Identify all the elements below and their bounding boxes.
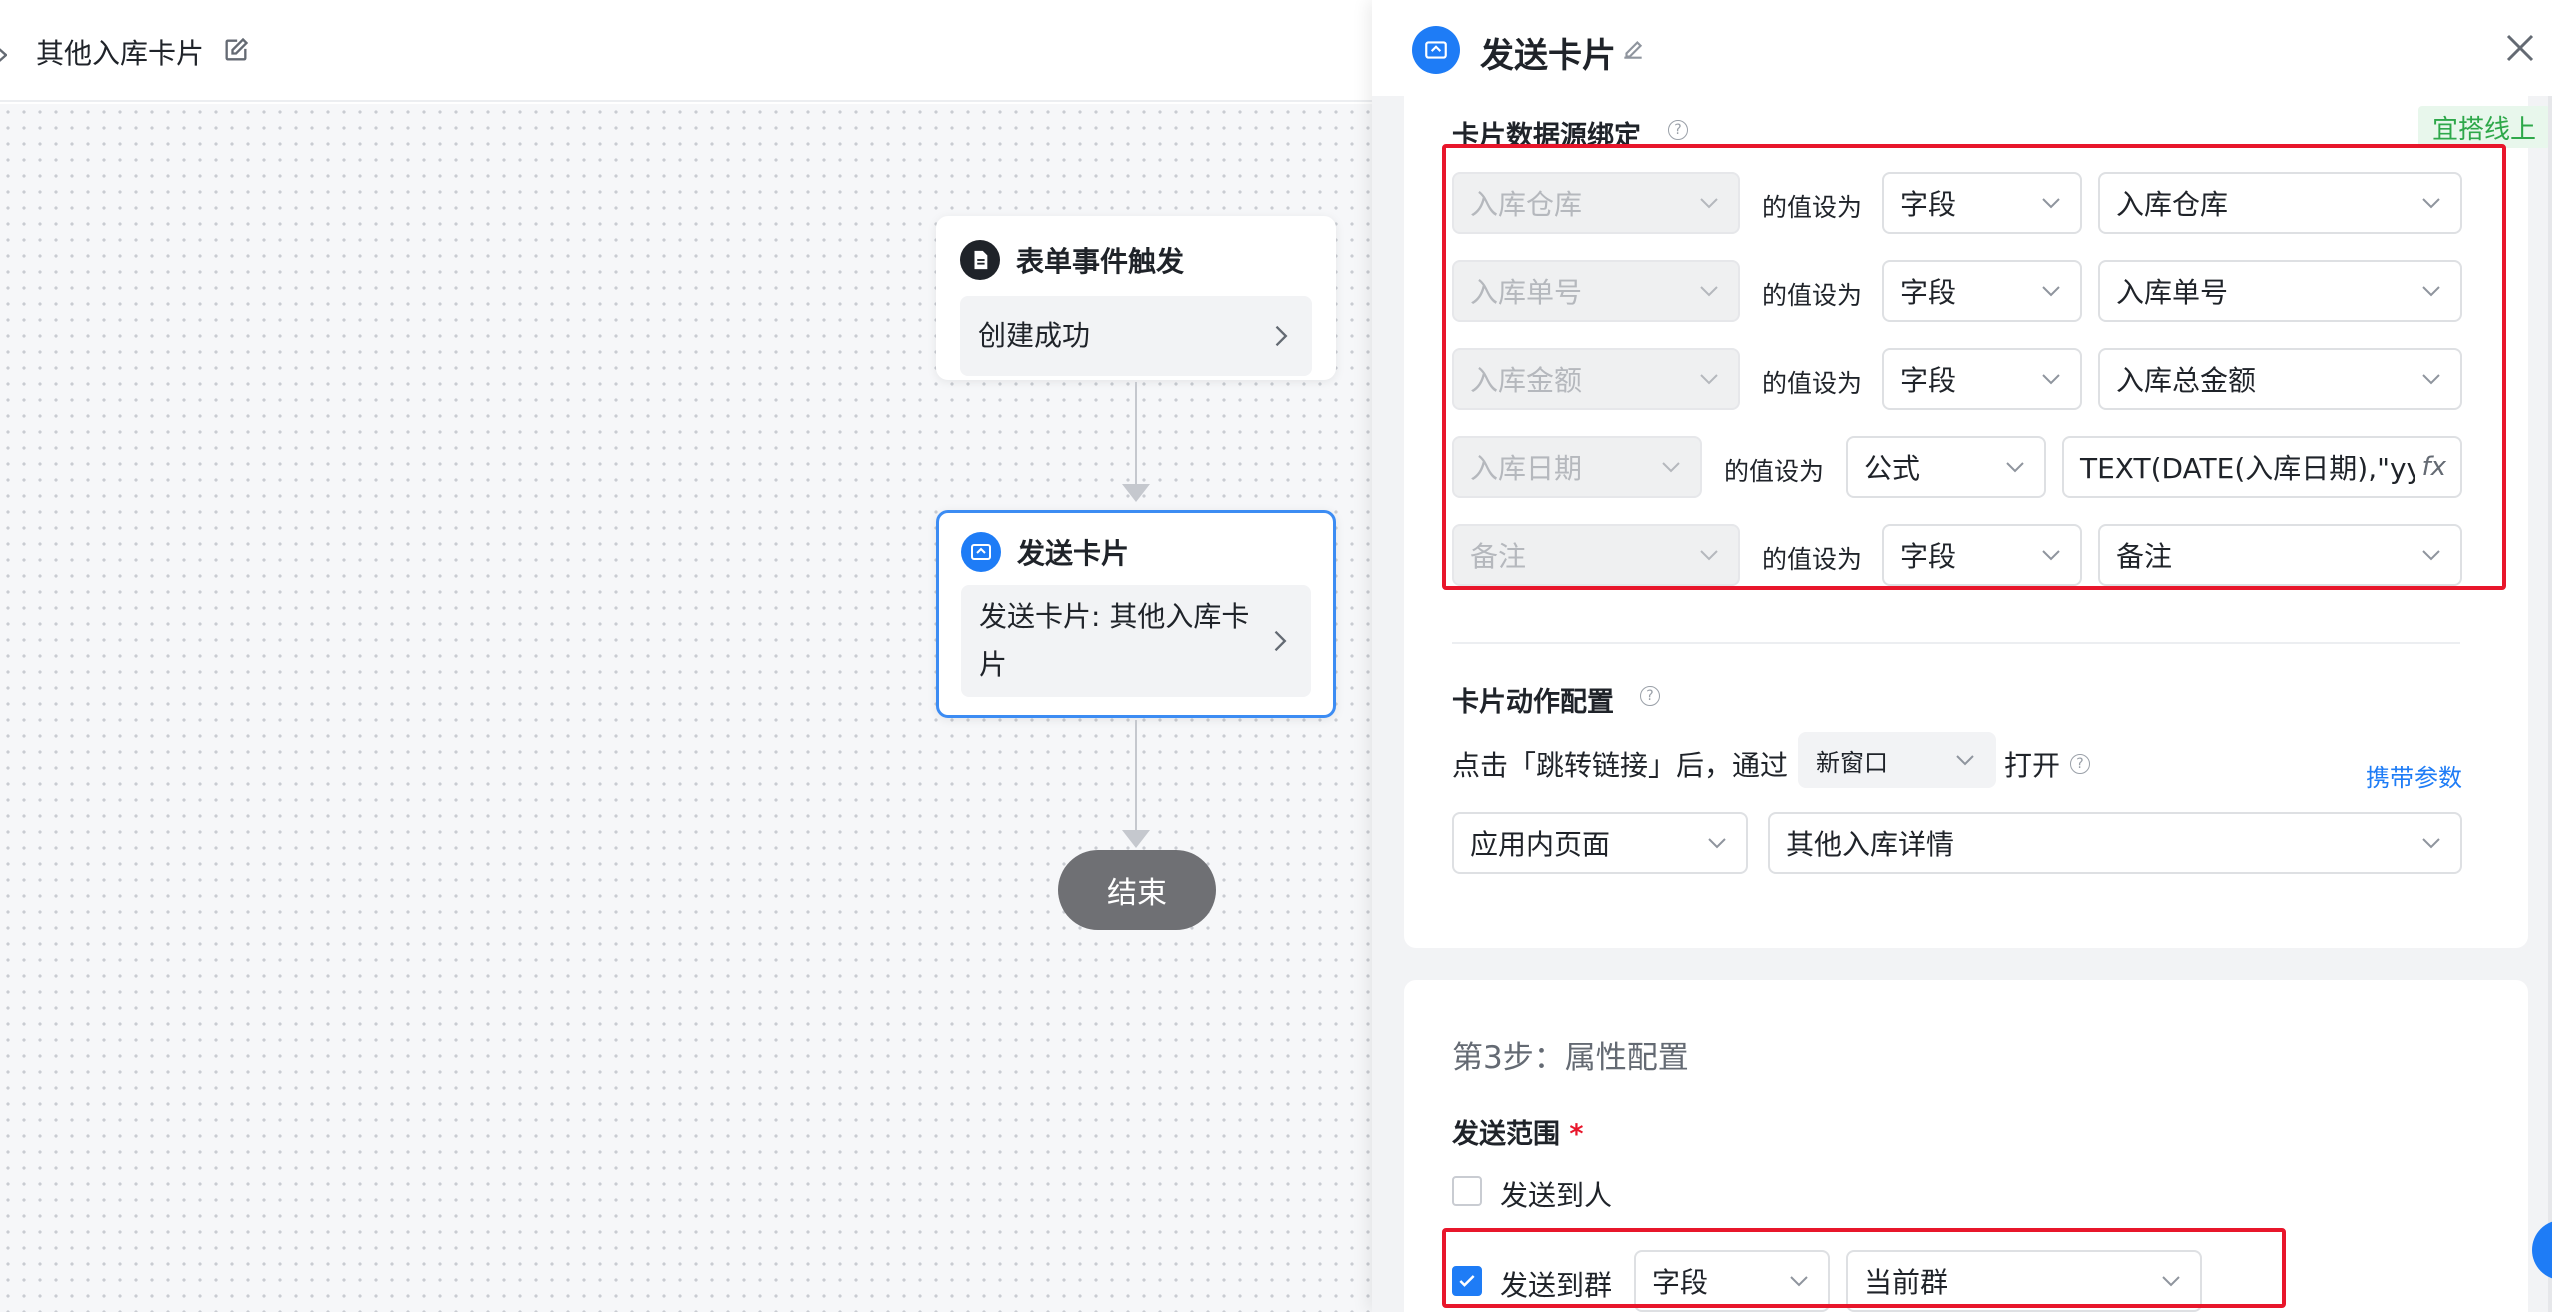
- trigger-node[interactable]: 表单事件触发 创建成功: [936, 216, 1336, 380]
- action-config-title: 卡片动作配置: [1452, 687, 1614, 718]
- chevron-right-icon: [1275, 325, 1288, 347]
- chevron-down-icon: [1956, 755, 1974, 766]
- send-node-body-text: 发送卡片: 其他入库卡片: [979, 600, 1250, 681]
- send-to-person-checkbox[interactable]: [1452, 1176, 1482, 1206]
- open-sentence-suffix: 打开: [2004, 749, 2061, 782]
- page-type-select[interactable]: 应用内页面: [1452, 812, 1748, 874]
- flow-topbar: › 其他入库卡片: [0, 0, 1372, 102]
- card-send-icon: [961, 532, 1001, 572]
- help-icon[interactable]: ?: [1640, 686, 1660, 706]
- trigger-node-title: 表单事件触发: [1016, 245, 1185, 278]
- drawer-header: 发送卡片: [1372, 0, 2552, 96]
- edit-icon[interactable]: [222, 36, 250, 64]
- send-node-title: 发送卡片: [1017, 537, 1130, 570]
- scrollbar[interactable]: [2548, 96, 2552, 1312]
- flow-title: 其他入库卡片: [36, 37, 205, 70]
- highlight-box: [1442, 144, 2506, 590]
- open-mode-select[interactable]: 新窗口: [1798, 732, 1996, 788]
- send-card-node[interactable]: 发送卡片 发送卡片: 其他入库卡片: [936, 510, 1336, 718]
- chevron-right-icon: [1274, 630, 1287, 652]
- connector-line: [1135, 720, 1137, 840]
- connector-arrow-icon: [1122, 484, 1150, 502]
- highlight-box: [1442, 1228, 2286, 1308]
- chevron-down-icon: [1708, 838, 1726, 849]
- send-to-person-label: 发送到人: [1500, 1179, 1613, 1212]
- page-name-select[interactable]: 其他入库详情: [1768, 812, 2462, 874]
- carry-params-link[interactable]: 携带参数: [2366, 758, 2462, 793]
- send-scope-text: 发送范围: [1452, 1119, 1560, 1150]
- connector-arrow-icon: [1122, 830, 1150, 848]
- page-name-value: 其他入库详情: [1786, 828, 1955, 861]
- back-chevron-icon[interactable]: ›: [0, 34, 10, 74]
- close-icon[interactable]: [2502, 30, 2538, 66]
- send-scope-label: 发送范围 *: [1452, 1112, 1584, 1151]
- step3-title: 第3步：属性配置: [1452, 1040, 1689, 1076]
- help-icon[interactable]: ?: [2070, 754, 2090, 774]
- open-mode-value: 新窗口: [1816, 748, 1888, 777]
- drawer-title: 发送卡片: [1480, 36, 1616, 76]
- end-node[interactable]: 结束: [1058, 850, 1216, 930]
- chevron-down-icon: [2422, 838, 2440, 849]
- section-divider: [1452, 642, 2460, 644]
- page-type-value: 应用内页面: [1470, 828, 1611, 861]
- form-doc-icon: [960, 240, 1000, 280]
- connector-line: [1135, 382, 1137, 488]
- trigger-node-body[interactable]: 创建成功: [960, 296, 1312, 376]
- card-send-icon: [1412, 26, 1460, 74]
- required-mark: *: [1569, 1119, 1584, 1150]
- open-sentence-prefix: 点击「跳转链接」后，通过: [1452, 749, 1789, 782]
- help-icon[interactable]: ?: [1668, 120, 1688, 140]
- send-node-body[interactable]: 发送卡片: 其他入库卡片: [961, 585, 1311, 697]
- pencil-icon[interactable]: [1620, 36, 1646, 62]
- trigger-node-body-text: 创建成功: [978, 319, 1091, 352]
- online-badge: 宜搭线上: [2418, 106, 2550, 148]
